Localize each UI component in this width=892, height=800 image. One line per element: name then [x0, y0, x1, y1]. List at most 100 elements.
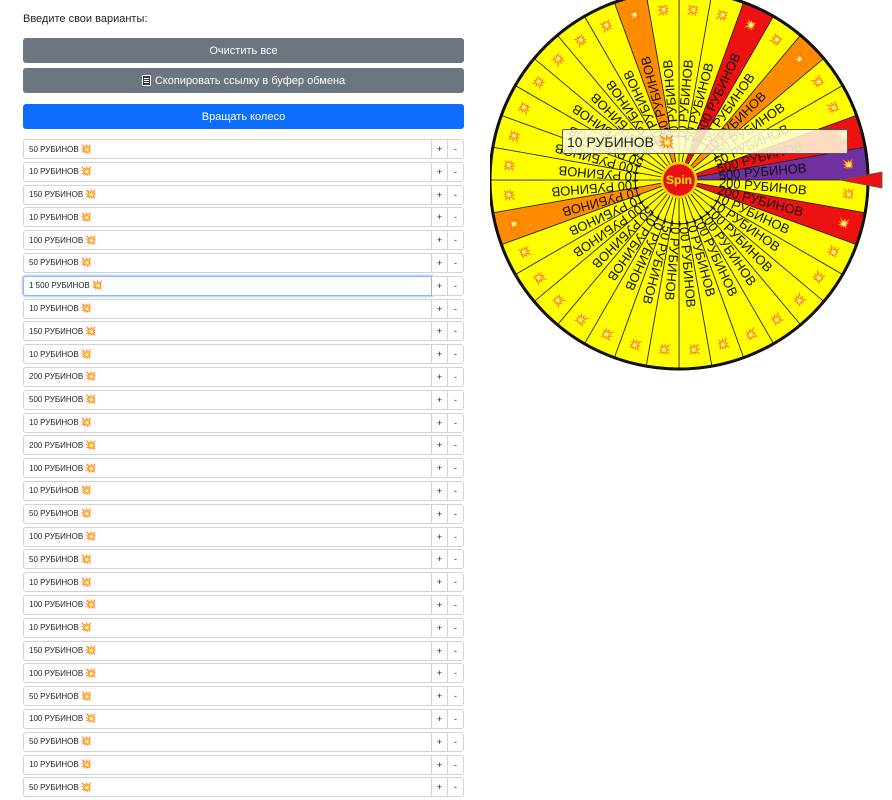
option-plus-button[interactable]: +: [432, 275, 448, 296]
option-plus-button[interactable]: +: [432, 594, 448, 615]
option-input[interactable]: 10 РУБИНОВ 💥: [23, 617, 432, 638]
option-plus-button[interactable]: +: [432, 503, 448, 524]
clipboard-icon: [141, 75, 151, 86]
option-plus-button[interactable]: +: [432, 344, 448, 365]
option-minus-button[interactable]: -: [448, 435, 464, 456]
option-plus-button[interactable]: +: [432, 731, 448, 752]
option-input[interactable]: 10 РУБИНОВ 💥: [23, 412, 432, 433]
option-input[interactable]: 50 РУБИНОВ 💥: [23, 252, 432, 273]
option-input[interactable]: 150 РУБИНОВ 💥: [23, 184, 432, 205]
option-input[interactable]: 10 РУБИНОВ 💥: [23, 480, 432, 501]
option-plus-button[interactable]: +: [432, 640, 448, 661]
option-plus-button[interactable]: +: [432, 572, 448, 593]
option-minus-button[interactable]: -: [448, 777, 464, 798]
option-input[interactable]: 50 РУБИНОВ 💥: [23, 777, 432, 798]
option-input[interactable]: 150 РУБИНОВ 💥: [23, 321, 432, 342]
option-minus-button[interactable]: -: [448, 731, 464, 752]
option-input[interactable]: 200 РУБИНОВ 💥: [23, 366, 432, 387]
option-minus-button[interactable]: -: [448, 686, 464, 707]
option-plus-button[interactable]: +: [432, 184, 448, 205]
spin-wheel-button[interactable]: Вращать колесо: [23, 104, 464, 129]
option-plus-button[interactable]: +: [432, 321, 448, 342]
option-minus-button[interactable]: -: [448, 298, 464, 319]
option-input[interactable]: 10 РУБИНОВ 💥: [23, 207, 432, 228]
option-plus-button[interactable]: +: [432, 526, 448, 547]
option-plus-button[interactable]: +: [432, 207, 448, 228]
option-minus-button[interactable]: -: [448, 321, 464, 342]
option-minus-button[interactable]: -: [448, 184, 464, 205]
option-plus-button[interactable]: +: [432, 389, 448, 410]
option-plus-button[interactable]: +: [432, 230, 448, 251]
option-minus-button[interactable]: -: [448, 526, 464, 547]
option-plus-button[interactable]: +: [432, 412, 448, 433]
option-input[interactable]: 10 РУБИНОВ 💥: [23, 754, 432, 775]
option-minus-button[interactable]: -: [448, 503, 464, 524]
option-plus-button[interactable]: +: [432, 435, 448, 456]
option-minus-button[interactable]: -: [448, 412, 464, 433]
option-plus-button[interactable]: +: [432, 458, 448, 479]
option-plus-button[interactable]: +: [432, 617, 448, 638]
explosion-icon: 💥: [842, 187, 856, 201]
option-input[interactable]: 50 РУБИНОВ 💥: [23, 139, 432, 159]
option-plus-button[interactable]: +: [432, 708, 448, 729]
option-input[interactable]: 150 РУБИНОВ 💥: [23, 640, 432, 661]
option-input[interactable]: 100 РУБИНОВ 💥: [23, 708, 432, 729]
option-plus-button[interactable]: +: [432, 754, 448, 775]
option-minus-button[interactable]: -: [448, 275, 464, 296]
option-minus-button[interactable]: -: [448, 572, 464, 593]
option-minus-button[interactable]: -: [448, 708, 464, 729]
option-text: 150 РУБИНОВ: [29, 326, 84, 336]
option-minus-button[interactable]: -: [448, 458, 464, 479]
option-minus-button[interactable]: -: [448, 207, 464, 228]
option-text: 10 РУБИНОВ: [29, 623, 79, 633]
clear-all-button[interactable]: Очистить все: [23, 38, 464, 63]
option-plus-button[interactable]: +: [432, 139, 448, 159]
option-plus-button[interactable]: +: [432, 366, 448, 387]
option-input[interactable]: 50 РУБИНОВ 💥: [23, 549, 432, 570]
option-minus-button[interactable]: -: [448, 252, 464, 273]
option-minus-button[interactable]: -: [448, 549, 464, 570]
prize-wheel[interactable]: 10 РУБИНОВ 💥 50 РУБИНОВ 💥 1 500 РУБИНОВ 💥 150 …: [490, 0, 892, 372]
explosion-icon: 💥: [80, 166, 92, 177]
option-plus-button[interactable]: +: [432, 252, 448, 273]
option-minus-button[interactable]: -: [448, 230, 464, 251]
option-minus-button[interactable]: -: [448, 663, 464, 684]
copy-link-button[interactable]: Скопировать ссылку в буфер обмена: [23, 68, 464, 93]
option-input[interactable]: 100 РУБИНОВ 💥: [23, 594, 432, 615]
option-plus-button[interactable]: +: [432, 686, 448, 707]
option-plus-button[interactable]: +: [432, 480, 448, 501]
option-plus-button[interactable]: +: [432, 161, 448, 182]
option-input[interactable]: 100 РУБИНОВ 💥: [23, 663, 432, 684]
option-input[interactable]: 10 РУБИНОВ 💥: [23, 572, 432, 593]
option-input[interactable]: 10 РУБИНОВ 💥: [23, 298, 432, 319]
option-plus-button[interactable]: +: [432, 298, 448, 319]
option-minus-button[interactable]: -: [448, 344, 464, 365]
option-minus-button[interactable]: -: [448, 366, 464, 387]
option-minus-button[interactable]: -: [448, 640, 464, 661]
option-minus-button[interactable]: -: [448, 389, 464, 410]
option-input[interactable]: 100 РУБИНОВ 💥: [23, 230, 432, 251]
option-plus-button[interactable]: +: [432, 777, 448, 798]
option-input[interactable]: 10 РУБИНОВ 💥: [23, 344, 432, 365]
option-input[interactable]: 50 РУБИНОВ 💥: [23, 503, 432, 524]
option-minus-button[interactable]: -: [448, 594, 464, 615]
option-input[interactable]: 100 РУБИНОВ 💥: [23, 458, 432, 479]
option-minus-button[interactable]: -: [448, 161, 464, 182]
option-plus-button[interactable]: +: [432, 663, 448, 684]
explosion-icon: 💥: [80, 553, 92, 564]
explosion-icon: 💥: [80, 781, 92, 792]
wheel-canvas[interactable]: 10 РУБИНОВ💥50 РУБИНОВ💥1 500 РУБИНОВ💥150 …: [490, 0, 892, 372]
option-input[interactable]: 10 РУБИНОВ 💥: [23, 161, 432, 182]
option-minus-button[interactable]: -: [448, 617, 464, 638]
option-minus-button[interactable]: -: [448, 139, 464, 159]
option-minus-button[interactable]: -: [448, 480, 464, 501]
option-input[interactable]: 50 РУБИНОВ 💥: [23, 686, 432, 707]
option-input[interactable]: 500 РУБИНОВ 💥: [23, 389, 432, 410]
option-input[interactable]: 200 РУБИНОВ 💥: [23, 435, 432, 456]
option-input[interactable]: 50 РУБИНОВ 💥: [23, 731, 432, 752]
option-input[interactable]: 100 РУБИНОВ 💥: [23, 526, 432, 547]
option-plus-button[interactable]: +: [432, 549, 448, 570]
option-input[interactable]: 1 500 РУБИНОВ 💥: [23, 275, 432, 296]
option-minus-button[interactable]: -: [448, 754, 464, 775]
option-row: 100 РУБИНОВ 💥 + -: [23, 594, 464, 615]
